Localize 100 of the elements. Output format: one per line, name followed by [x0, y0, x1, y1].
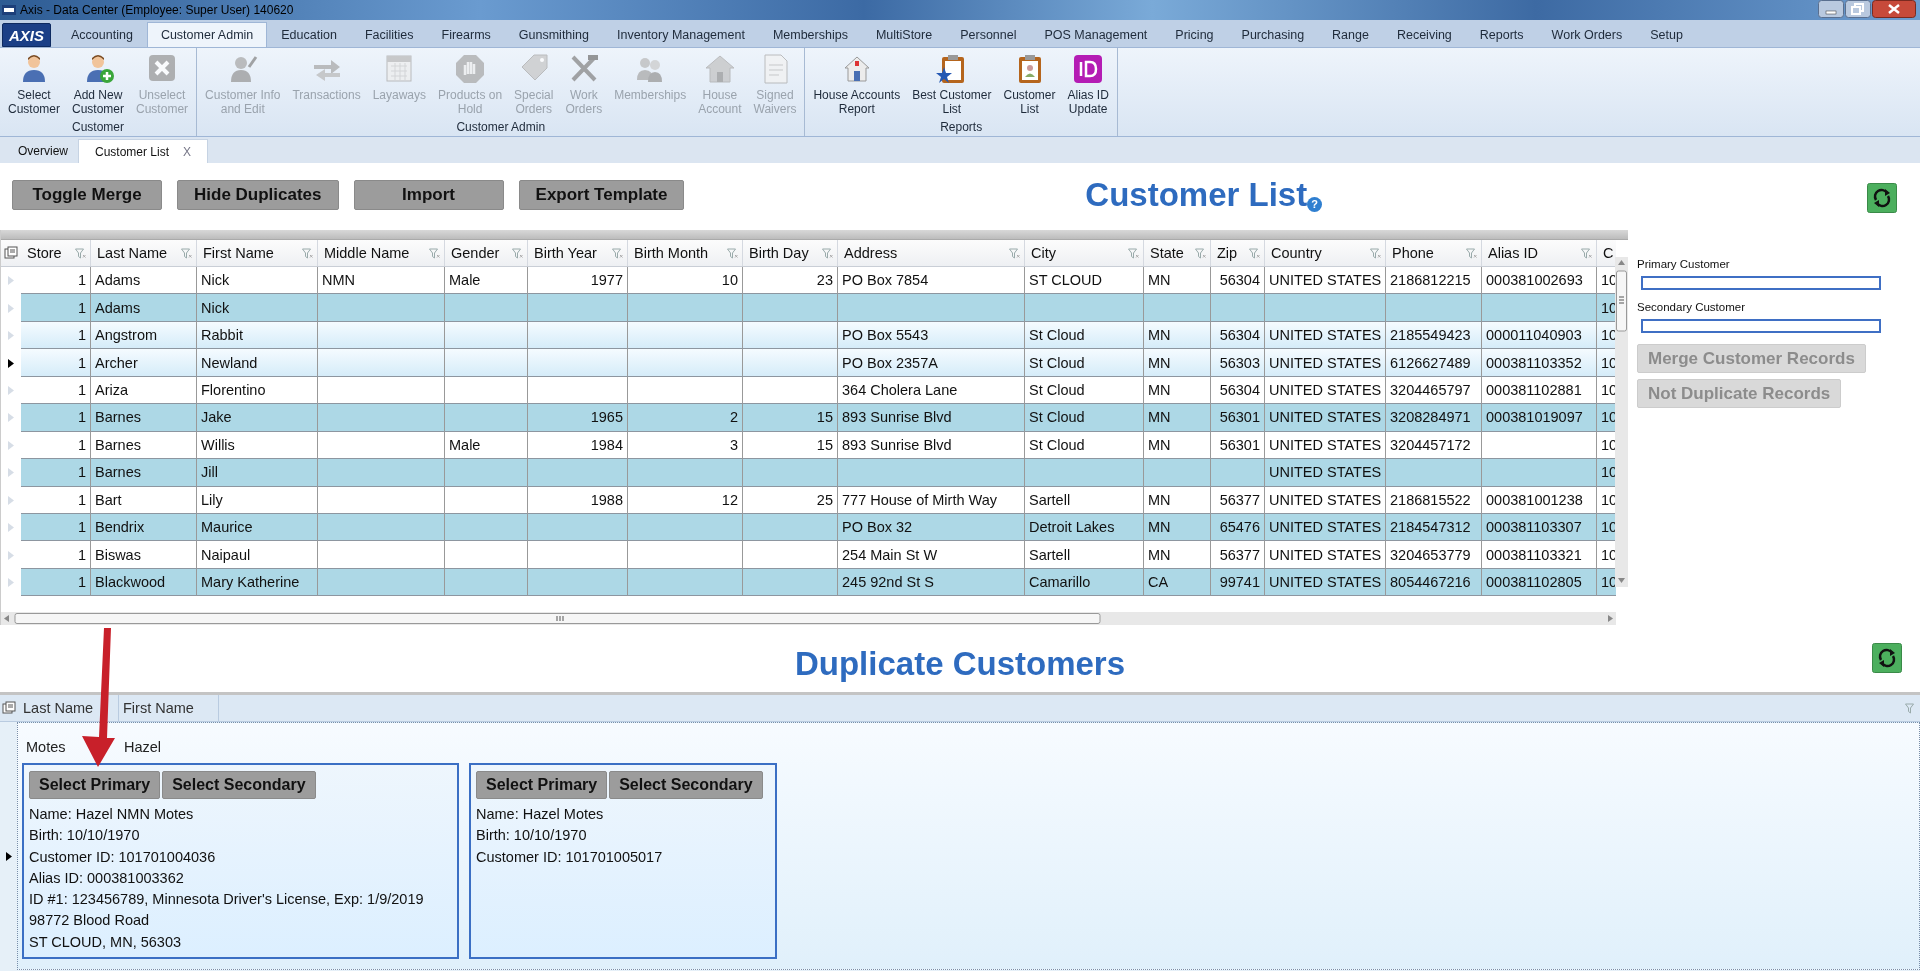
- tab-label[interactable]: Customer List: [95, 144, 170, 159]
- group-title: Reports: [939, 120, 984, 136]
- filter-icon[interactable]: [1370, 247, 1381, 259]
- close-button[interactable]: [1872, 0, 1916, 18]
- ribbon-tab[interactable]: Education: [267, 22, 351, 47]
- ribbon-button[interactable]: Select Customer: [2, 50, 66, 120]
- ribbon-tab[interactable]: MultiStore: [861, 22, 947, 47]
- vertical-scrollbar[interactable]: [1615, 257, 1628, 587]
- table-cell: UNITED STATES: [1269, 409, 1382, 426]
- table-cell: 10: [721, 272, 738, 289]
- table-cell: 1: [77, 409, 86, 426]
- column-chooser-icon[interactable]: [2, 701, 16, 715]
- column-chooser-icon[interactable]: [4, 246, 18, 260]
- horizontal-scrollbar[interactable]: [1, 612, 1616, 625]
- select-button[interactable]: Select Primary: [476, 771, 608, 799]
- toolbar-button[interactable]: Import: [353, 179, 504, 210]
- column-header[interactable]: Middle Name: [324, 245, 410, 261]
- column-header[interactable]: Last Name: [97, 245, 168, 261]
- column-header[interactable]: City: [1031, 245, 1056, 261]
- filter-icon[interactable]: [1581, 247, 1592, 259]
- restore-button[interactable]: [1845, 0, 1871, 18]
- toolbar-button[interactable]: Export Template: [518, 179, 685, 210]
- ribbon-tab[interactable]: Reports: [1465, 22, 1538, 47]
- ribbon-tab[interactable]: Receiving: [1382, 22, 1466, 47]
- table-cell: 3204653779: [1390, 546, 1471, 563]
- table-cell: 000381102805: [1486, 574, 1582, 591]
- ribbon-button[interactable]: Best Customer List: [906, 50, 998, 120]
- select-button[interactable]: Select Secondary: [609, 771, 763, 799]
- minimize-button[interactable]: [1818, 0, 1844, 18]
- table-cell: 56304: [1219, 327, 1260, 344]
- input-field[interactable]: [1641, 319, 1881, 333]
- ribbon-tab[interactable]: Work Orders: [1537, 22, 1637, 47]
- column-header[interactable]: Zip: [1217, 245, 1238, 261]
- column-header[interactable]: Gender: [451, 245, 500, 261]
- filter-icon[interactable]: [822, 247, 833, 259]
- ribbon-tab[interactable]: Memberships: [758, 22, 862, 47]
- ribbon-tab[interactable]: Customer Admin: [146, 22, 268, 47]
- column-header[interactable]: Phone: [1392, 245, 1434, 261]
- filter-icon[interactable]: [1128, 247, 1139, 259]
- select-button[interactable]: Select Secondary: [162, 771, 316, 799]
- ribbon-button[interactable]: Customer List: [997, 50, 1062, 120]
- tab-label[interactable]: Overview: [18, 144, 68, 158]
- column-header[interactable]: State: [1150, 245, 1184, 261]
- help-button[interactable]: ?: [1307, 196, 1323, 212]
- ribbon-button[interactable]: House Accounts Report: [807, 50, 907, 120]
- ribbon-tab[interactable]: Range: [1318, 22, 1383, 47]
- column-header[interactable]: First Name: [203, 245, 274, 261]
- filter-icon[interactable]: [75, 247, 86, 259]
- table-cell: 8054467216: [1390, 574, 1471, 591]
- toolbar-button[interactable]: Hide Duplicates: [177, 179, 339, 210]
- ribbon-tab[interactable]: Accounting: [57, 22, 147, 47]
- filter-icon[interactable]: [512, 247, 523, 259]
- table-cell: UNITED STATES: [1269, 574, 1382, 591]
- table-cell: 25: [816, 491, 833, 508]
- ribbon-button[interactable]: Add New Customer: [66, 50, 131, 120]
- refresh-button[interactable]: [1872, 643, 1902, 673]
- window-title: Axis - Data Center (Employee: Super User) 140620: [20, 3, 294, 17]
- column-header[interactable]: Last Name: [23, 700, 94, 716]
- document-tab[interactable]: Overview: [8, 139, 78, 163]
- table-cell: 1: [77, 381, 86, 398]
- tab-close-button[interactable]: X: [183, 144, 192, 159]
- filter-icon[interactable]: [302, 247, 313, 259]
- filter-icon[interactable]: [1249, 247, 1260, 259]
- ribbon-tab[interactable]: Facilities: [350, 22, 428, 47]
- filter-icon[interactable]: [1466, 247, 1477, 259]
- column-header[interactable]: Country: [1271, 245, 1322, 261]
- filter-icon[interactable]: [429, 247, 440, 259]
- filter-icon[interactable]: [727, 247, 738, 259]
- refresh-button[interactable]: [1867, 183, 1897, 213]
- table-cell: 1: [77, 354, 86, 371]
- toolbar-button[interactable]: Toggle Merge: [12, 179, 162, 210]
- select-button[interactable]: Select Primary: [29, 771, 161, 799]
- ribbon-tab[interactable]: POS Management: [1030, 22, 1162, 47]
- column-header[interactable]: First Name: [123, 700, 194, 716]
- filter-icon[interactable]: [612, 247, 623, 259]
- ribbon-tab[interactable]: Firearms: [427, 22, 505, 47]
- detail-text: Customer ID: 101701004036: [29, 847, 217, 867]
- ribbon-tab[interactable]: Pricing: [1161, 22, 1228, 47]
- column-header[interactable]: Store: [27, 245, 62, 261]
- column-header[interactable]: Address: [844, 245, 898, 261]
- column-header[interactable]: C: [1603, 245, 1614, 261]
- table-cell-text: Motes: [25, 739, 67, 755]
- input-field[interactable]: [1641, 276, 1881, 290]
- ribbon-tab[interactable]: Purchasing: [1227, 22, 1319, 47]
- column-header[interactable]: Birth Month: [634, 245, 709, 261]
- table-cell: 1: [77, 546, 86, 563]
- column-header[interactable]: Birth Year: [534, 245, 597, 261]
- filter-icon[interactable]: [1009, 247, 1020, 259]
- ribbon-tab[interactable]: Personnel: [946, 22, 1031, 47]
- filter-icon[interactable]: [181, 247, 192, 259]
- column-header[interactable]: Alias ID: [1488, 245, 1538, 261]
- ribbon-button[interactable]: Alias ID Update: [1061, 50, 1115, 120]
- ribbon-tab[interactable]: Gunsmithing: [504, 22, 603, 47]
- ribbon-tab[interactable]: Inventory Management: [603, 22, 759, 47]
- filter-icon[interactable]: [1195, 247, 1206, 259]
- document-tab[interactable]: Customer List X: [78, 139, 209, 163]
- filter-icon[interactable]: [1905, 703, 1916, 714]
- detail-text: ST CLOUD, MN, 56303: [29, 932, 183, 952]
- column-header[interactable]: Birth Day: [749, 245, 809, 261]
- ribbon-tab[interactable]: Setup: [1636, 22, 1697, 47]
